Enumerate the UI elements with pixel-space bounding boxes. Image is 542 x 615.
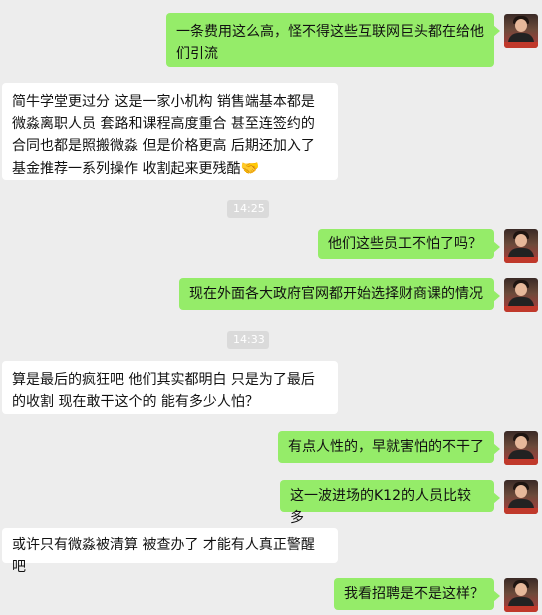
message-bubble-sent[interactable]: 他们这些员工不怕了吗？ — [318, 229, 500, 259]
message-bubble-sent[interactable]: 现在外面各大政府官网都开始选择财商课的情况 — [179, 278, 500, 310]
timestamp-badge: 14:25 — [227, 200, 269, 218]
message-text: 一条费用这么高，怪不得这些互联网巨头都在给他们引流 — [176, 24, 484, 62]
message-bubble-received[interactable]: 简牛学堂更过分 这是一家小机构 销售端基本都是微淼离职人员 套路和课程高度重合 … — [2, 83, 338, 180]
message-bubble-received[interactable]: 算是最后的疯狂吧 他们其实都明白 只是为了最后的收割 现在敢干这个的 能有多少人… — [2, 361, 338, 414]
message-text: 或许只有微淼被清算 被查办了 才能有人真正警醒吧 — [12, 537, 315, 575]
message-bubble-sent[interactable]: 这一波进场的K12的人员比较多 — [280, 480, 500, 526]
message-text: 有点人性的，早就害怕的不干了 — [288, 439, 484, 455]
user-avatar[interactable] — [504, 14, 538, 48]
message-bubble-sent[interactable]: 有点人性的，早就害怕的不干了 — [278, 431, 500, 463]
message-text: 我看招聘是不是这样？ — [344, 586, 484, 602]
timestamp-badge: 14:33 — [227, 331, 269, 349]
user-avatar[interactable] — [504, 480, 538, 514]
handshake-emoji: 🤝 — [240, 159, 260, 177]
message-bubble-sent[interactable]: 一条费用这么高，怪不得这些互联网巨头都在给他们引流 — [166, 13, 500, 67]
user-avatar[interactable] — [504, 278, 538, 312]
user-avatar[interactable] — [504, 578, 538, 612]
message-bubble-received[interactable]: 或许只有微淼被清算 被查办了 才能有人真正警醒吧 — [2, 528, 338, 575]
message-text: 他们这些员工不怕了吗？ — [328, 236, 482, 252]
user-avatar[interactable] — [504, 229, 538, 263]
message-text: 算是最后的疯狂吧 他们其实都明白 只是为了最后的收割 现在敢干这个的 能有多少人… — [12, 372, 315, 410]
message-text: 现在外面各大政府官网都开始选择财商课的情况 — [189, 286, 483, 302]
message-bubble-sent[interactable]: 我看招聘是不是这样？ — [334, 578, 500, 610]
user-avatar[interactable] — [504, 431, 538, 465]
message-text: 这一波进场的K12的人员比较多 — [290, 488, 471, 526]
message-text: 简牛学堂更过分 这是一家小机构 销售端基本都是微淼离职人员 套路和课程高度重合 … — [12, 94, 315, 177]
